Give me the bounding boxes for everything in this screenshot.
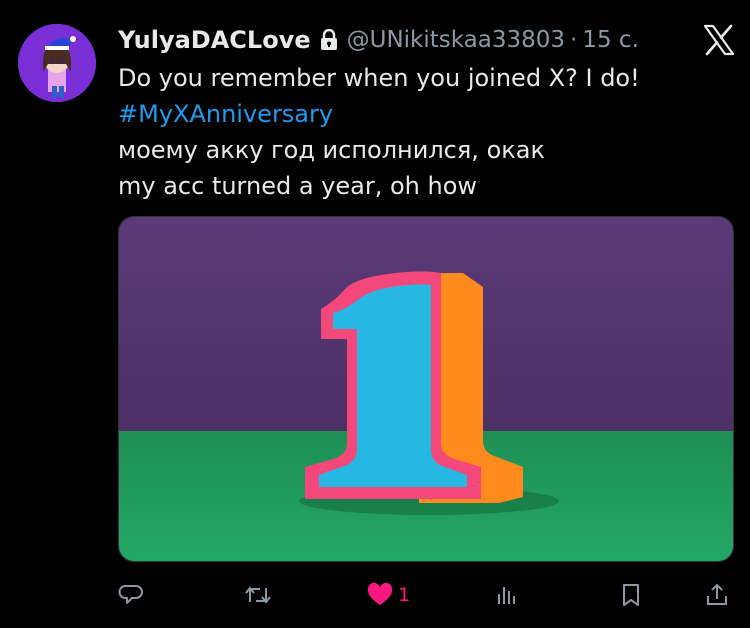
bookmark-button[interactable] (618, 576, 644, 614)
bookmark-icon (618, 582, 644, 608)
separator-dot: · (570, 27, 578, 53)
tweet-header: YulyaDACLove @UNikitskaa33803 · 15 с. (118, 20, 736, 60)
tweet-media-image[interactable] (118, 216, 734, 562)
repost-icon (244, 582, 272, 608)
author-handle[interactable]: @UNikitskaa33803 (347, 27, 565, 53)
views-button[interactable] (494, 576, 520, 614)
reply-button[interactable] (118, 576, 144, 614)
share-icon (704, 582, 730, 608)
views-icon (494, 582, 520, 608)
author-name[interactable]: YulyaDACLove (118, 26, 311, 54)
heart-icon (366, 582, 394, 608)
repost-button[interactable] (244, 576, 272, 614)
tweet-action-bar: 1 (118, 576, 732, 614)
reply-icon (118, 582, 144, 608)
tweet-text-line: Do you remember when you joined X? I do! (118, 64, 640, 92)
hashtag-link[interactable]: #MyXAnniversary (118, 96, 734, 132)
like-count: 1 (398, 584, 411, 606)
tweet-timestamp[interactable]: 15 с. (582, 27, 639, 53)
tweet-text-line: моему акку год исполнился, окак (118, 136, 545, 164)
tweet-text: Do you remember when you joined X? I do!… (118, 60, 734, 204)
tweet-text-line: my acc turned a year, oh how (118, 172, 478, 200)
share-button[interactable] (704, 576, 730, 614)
like-button[interactable]: 1 (366, 576, 410, 614)
author-avatar[interactable] (18, 24, 96, 102)
x-logo-icon[interactable] (702, 24, 736, 56)
avatar-image (18, 24, 96, 102)
anniversary-number-one-image (119, 217, 733, 561)
lock-icon (319, 29, 339, 51)
